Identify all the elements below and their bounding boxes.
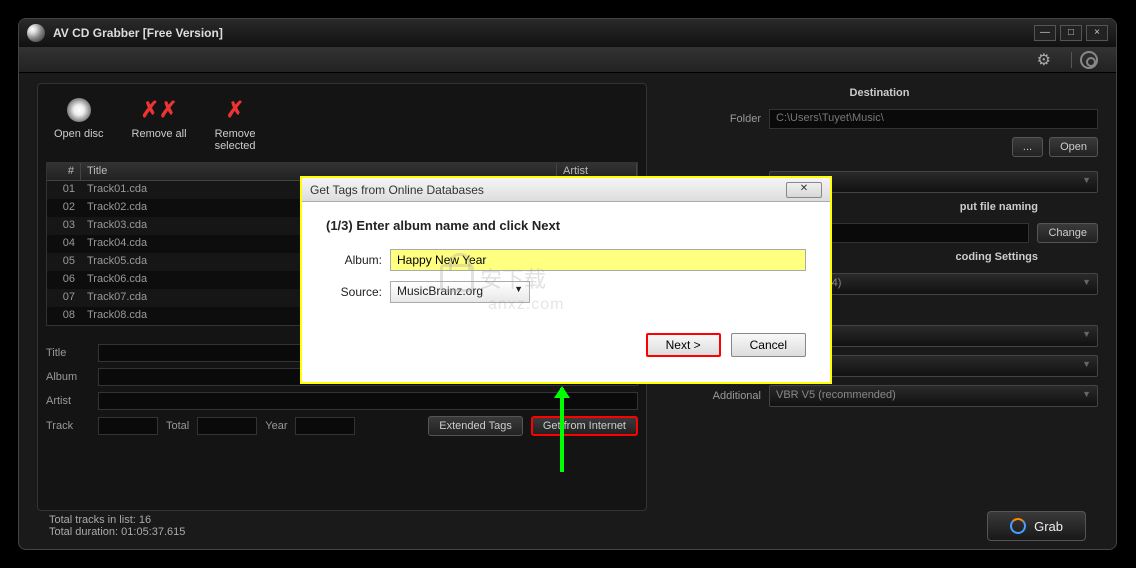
refresh-icon: [1010, 518, 1026, 534]
open-disc-label: Open disc: [54, 128, 104, 140]
dialog-heading: (1/3) Enter album name and click Next: [326, 218, 806, 233]
year-label: Year: [265, 420, 287, 432]
open-disc-button[interactable]: Open disc: [54, 96, 104, 152]
total-tracks-text: Total tracks in list: 16: [49, 514, 185, 526]
dialog-album-label: Album:: [326, 253, 382, 267]
dialog-titlebar: Get Tags from Online Databases ✕: [302, 178, 830, 202]
track-label: Track: [46, 420, 90, 432]
remove-all-icon: ✗✗: [141, 97, 178, 123]
track-number: 04: [47, 237, 81, 251]
additional-dropdown[interactable]: VBR V5 (recommended): [769, 385, 1098, 407]
extended-tags-button[interactable]: Extended Tags: [428, 416, 523, 436]
dialog-source-label: Source:: [326, 285, 382, 299]
track-input[interactable]: [98, 417, 158, 435]
help-icon[interactable]: [1080, 51, 1098, 69]
track-number: 08: [47, 309, 81, 323]
change-button[interactable]: Change: [1037, 223, 1098, 243]
remove-selected-label: Remove selected: [215, 128, 256, 152]
destination-heading: Destination: [661, 87, 1098, 99]
get-from-internet-button[interactable]: Get from Internet: [531, 416, 638, 436]
top-toolbar: ⚙: [19, 47, 1116, 73]
window-title: AV CD Grabber [Free Version]: [53, 26, 223, 40]
title-label: Title: [46, 347, 90, 359]
dialog-title: Get Tags from Online Databases: [310, 183, 484, 197]
settings-icon[interactable]: ⚙: [1037, 50, 1051, 70]
track-number: 01: [47, 183, 81, 197]
maximize-button[interactable]: □: [1060, 25, 1082, 41]
album-label: Album: [46, 371, 90, 383]
annotation-arrow: [560, 388, 564, 472]
dialog-close-button[interactable]: ✕: [786, 182, 822, 198]
track-number: 03: [47, 219, 81, 233]
folder-label: Folder: [661, 113, 761, 125]
remove-all-button[interactable]: ✗✗ Remove all: [132, 96, 187, 152]
dialog-source-dropdown[interactable]: MusicBrainz.org: [390, 281, 530, 303]
titlebar: AV CD Grabber [Free Version] — □ ×: [19, 19, 1116, 47]
next-button[interactable]: Next >: [646, 333, 721, 357]
total-label: Total: [166, 420, 189, 432]
cancel-button[interactable]: Cancel: [731, 333, 806, 357]
folder-input[interactable]: C:\Users\Tuyet\Music\: [769, 109, 1098, 129]
close-button[interactable]: ×: [1086, 25, 1108, 41]
track-number: 02: [47, 201, 81, 215]
disc-icon: [67, 98, 91, 122]
get-tags-dialog: Get Tags from Online Databases ✕ (1/3) E…: [300, 176, 832, 384]
dialog-album-input[interactable]: [390, 249, 806, 271]
track-number: 05: [47, 255, 81, 269]
browse-button[interactable]: ...: [1012, 137, 1043, 157]
grab-label: Grab: [1034, 519, 1063, 534]
track-number: 07: [47, 291, 81, 305]
total-duration-text: Total duration: 01:05:37.615: [49, 526, 185, 538]
grab-button[interactable]: Grab: [987, 511, 1086, 541]
remove-all-label: Remove all: [132, 128, 187, 140]
open-folder-button[interactable]: Open: [1049, 137, 1098, 157]
track-number: 06: [47, 273, 81, 287]
artist-label: Artist: [46, 395, 90, 407]
remove-selected-button[interactable]: ✗ Remove selected: [215, 96, 256, 152]
total-input[interactable]: [197, 417, 257, 435]
app-icon: [27, 24, 45, 42]
additional-label: Additional: [661, 390, 761, 402]
year-input[interactable]: [295, 417, 355, 435]
status-bar: Total tracks in list: 16 Total duration:…: [49, 511, 1086, 541]
col-number[interactable]: #: [47, 163, 81, 180]
minimize-button[interactable]: —: [1034, 25, 1056, 41]
remove-selected-icon: ✗: [226, 97, 244, 123]
separator: [1071, 52, 1072, 68]
